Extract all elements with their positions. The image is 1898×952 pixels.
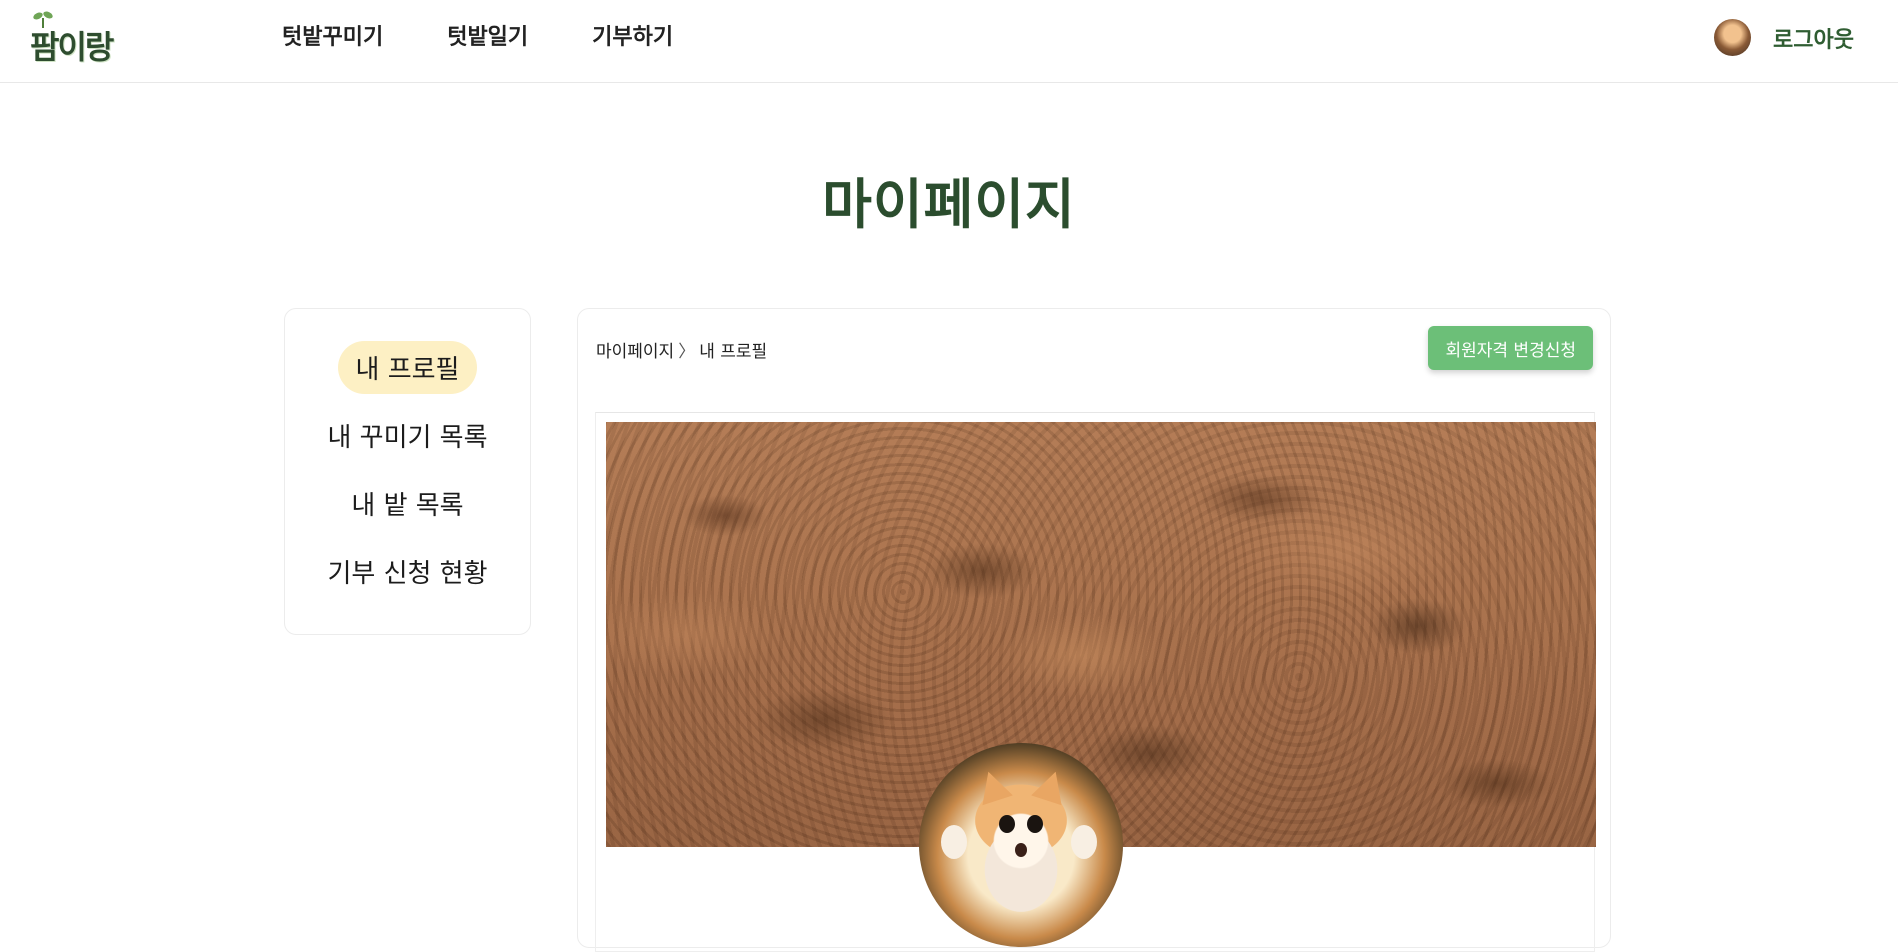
sidebar-item-my-decorations[interactable]: 내 꾸미기 목록 (285, 409, 530, 462)
nav-item-garden-diary[interactable]: 텃밭일기 (447, 22, 528, 54)
top-header: 팜이랑 텃밭꾸미기 텃밭일기 기부하기 로그아웃 (0, 0, 1898, 83)
breadcrumb-current: 내 프로필 (699, 342, 768, 362)
sidebar-item-my-fields[interactable]: 내 밭 목록 (285, 477, 530, 530)
app-logo[interactable]: 팜이랑 (28, 11, 128, 66)
cat-profile-image[interactable] (919, 743, 1123, 947)
profile-panel: 마이페이지 〉 내 프로필 회원자격 변경신청 (577, 308, 1611, 952)
sidebar-item-label: 기부 신청 현황 (327, 559, 488, 589)
profile-card (595, 412, 1596, 952)
cat-eye-shape (1027, 815, 1043, 833)
logo-text: 팜이랑 (30, 28, 114, 66)
sidebar-item-label: 내 프로필 (337, 341, 478, 394)
cat-paw-shape (1071, 825, 1097, 859)
cat-eye-shape (999, 815, 1015, 833)
mypage-sidebar: 내 프로필 내 꾸미기 목록 내 밭 목록 기부 신청 현황 (284, 308, 531, 635)
sidebar-item-label: 내 밭 목록 (351, 491, 464, 521)
nav-item-donate[interactable]: 기부하기 (592, 22, 673, 54)
breadcrumb-root[interactable]: 마이페이지 (596, 342, 674, 362)
user-area: 로그아웃 (1714, 19, 1854, 56)
page-title: 마이페이지 (822, 173, 1076, 236)
sidebar-item-my-profile[interactable]: 내 프로필 (285, 341, 530, 394)
logout-button[interactable]: 로그아웃 (1773, 22, 1854, 54)
user-avatar-icon[interactable] (1714, 19, 1752, 56)
sidebar-item-label: 내 꾸미기 목록 (327, 423, 488, 453)
membership-change-request-button[interactable]: 회원자격 변경신청 (1428, 326, 1593, 370)
breadcrumb-separator: 〉 (678, 342, 696, 362)
breadcrumb: 마이페이지 〉 내 프로필 (596, 337, 767, 362)
cat-paw-shape (941, 825, 967, 859)
nav-item-garden-decorate[interactable]: 텃밭꾸미기 (282, 22, 383, 54)
main-nav: 텃밭꾸미기 텃밭일기 기부하기 (282, 22, 673, 54)
cat-ear-shape (973, 766, 1013, 806)
cat-mouth-shape (1015, 843, 1027, 857)
cat-ear-shape (1031, 766, 1071, 806)
sidebar-item-donation-status[interactable]: 기부 신청 현황 (285, 545, 530, 598)
